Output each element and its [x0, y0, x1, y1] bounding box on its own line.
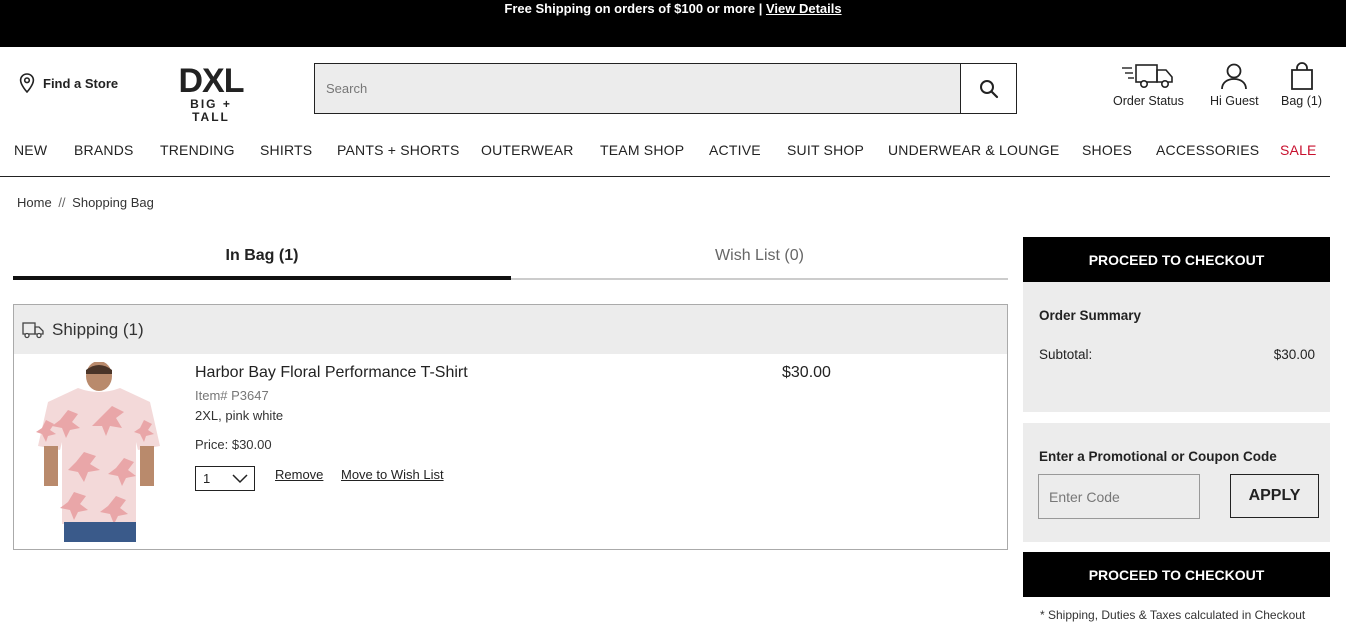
nav-item-brands[interactable]: BRANDS — [74, 142, 134, 158]
nav-item-team-shop[interactable]: TEAM SHOP — [600, 142, 684, 158]
apply-button[interactable]: APPLY — [1230, 474, 1319, 518]
main-nav: NEW BRANDS TRENDING SHIRTS PANTS + SHORT… — [0, 142, 1330, 177]
order-status-button[interactable]: Order Status — [1113, 62, 1184, 108]
breadcrumb: Home // Shopping Bag — [17, 195, 154, 210]
promo-code-panel: Enter a Promotional or Coupon Code APPLY — [1023, 423, 1330, 542]
proceed-to-checkout-button[interactable]: PROCEED TO CHECKOUT — [1023, 237, 1330, 282]
logo-main: DXL — [178, 62, 245, 100]
product-sku: Item# P3647 — [195, 388, 269, 403]
nav-item-shirts[interactable]: SHIRTS — [260, 142, 312, 158]
search-icon — [979, 79, 998, 98]
find-store-label: Find a Store — [43, 75, 119, 91]
account-button[interactable]: Hi Guest — [1210, 62, 1259, 108]
nav-item-new[interactable]: NEW — [14, 142, 47, 158]
search-input[interactable] — [315, 64, 960, 113]
promo-text: Free Shipping on orders of $100 or more — [504, 1, 756, 16]
quantity-select[interactable]: 1 — [195, 466, 255, 491]
order-summary-title: Order Summary — [1039, 308, 1142, 323]
nav-item-suit-shop[interactable]: SUIT SHOP — [787, 142, 864, 158]
bag-icon — [1290, 62, 1313, 90]
tab-in-bag[interactable]: In Bag (1) — [13, 247, 511, 280]
quantity-value: 1 — [203, 471, 211, 486]
product-image[interactable] — [34, 362, 164, 542]
promo-separator: | — [755, 1, 766, 16]
nav-item-accessories[interactable]: ACCESSORIES — [1156, 142, 1259, 158]
product-name[interactable]: Harbor Bay Floral Performance T-Shirt — [195, 364, 468, 382]
move-to-wishlist-link[interactable]: Move to Wish List — [341, 467, 444, 482]
product-variant: 2XL, pink white — [195, 408, 284, 423]
truck-icon — [22, 321, 44, 338]
nav-item-pants-shorts[interactable]: PANTS + SHORTS — [337, 142, 459, 158]
breadcrumb-home[interactable]: Home — [17, 195, 52, 210]
view-details-link[interactable]: View Details — [766, 1, 842, 16]
order-status-label: Order Status — [1113, 94, 1184, 108]
search-button[interactable] — [960, 64, 1016, 113]
breadcrumb-separator: // — [58, 195, 66, 210]
promo-code-title: Enter a Promotional or Coupon Code — [1039, 449, 1277, 464]
proceed-to-checkout-button-bottom[interactable]: PROCEED TO CHECKOUT — [1023, 552, 1330, 597]
tab-wish-list[interactable]: Wish List (0) — [511, 247, 1008, 280]
nav-item-shoes[interactable]: SHOES — [1082, 142, 1132, 158]
nav-item-outerwear[interactable]: OUTERWEAR — [481, 142, 574, 158]
shipping-header-label: Shipping (1) — [52, 319, 144, 339]
line-total: $30.00 — [782, 364, 831, 381]
nav-item-active[interactable]: ACTIVE — [709, 142, 761, 158]
shipping-header: Shipping (1) — [14, 305, 1007, 354]
chevron-down-icon — [232, 473, 248, 483]
nav-item-trending[interactable]: TRENDING — [160, 142, 235, 158]
promo-bar: Free Shipping on orders of $100 or more … — [0, 0, 1346, 47]
find-store-link[interactable]: Find a Store — [19, 73, 118, 93]
promo-code-input[interactable] — [1038, 474, 1200, 519]
checkout-note: * Shipping, Duties & Taxes calculated in… — [1040, 608, 1306, 622]
shipping-group: Shipping (1) Harbor Bay Floral Performan… — [13, 304, 1008, 550]
user-icon — [1221, 63, 1248, 90]
truck-icon — [1122, 64, 1174, 88]
nav-item-underwear-lounge[interactable]: UNDERWEAR & LOUNGE — [888, 142, 1059, 158]
bag-button[interactable]: Bag (1) — [1281, 62, 1322, 108]
product-price: Price: $30.00 — [195, 437, 272, 452]
location-pin-icon — [19, 73, 35, 93]
order-summary: Order Summary Subtotal: $30.00 — [1023, 282, 1330, 412]
nav-item-sale[interactable]: SALE — [1280, 142, 1317, 158]
subtotal-value: $30.00 — [1273, 347, 1315, 362]
dxl-logo[interactable]: DXL BIG + TALL — [170, 64, 252, 124]
remove-link[interactable]: Remove — [275, 467, 323, 482]
search-bar — [314, 63, 1017, 114]
account-label: Hi Guest — [1210, 94, 1259, 108]
bag-label: Bag (1) — [1281, 94, 1322, 108]
breadcrumb-current: Shopping Bag — [72, 195, 154, 210]
logo-sub: BIG + TALL — [190, 97, 232, 124]
subtotal-label: Subtotal: — [1039, 347, 1093, 362]
